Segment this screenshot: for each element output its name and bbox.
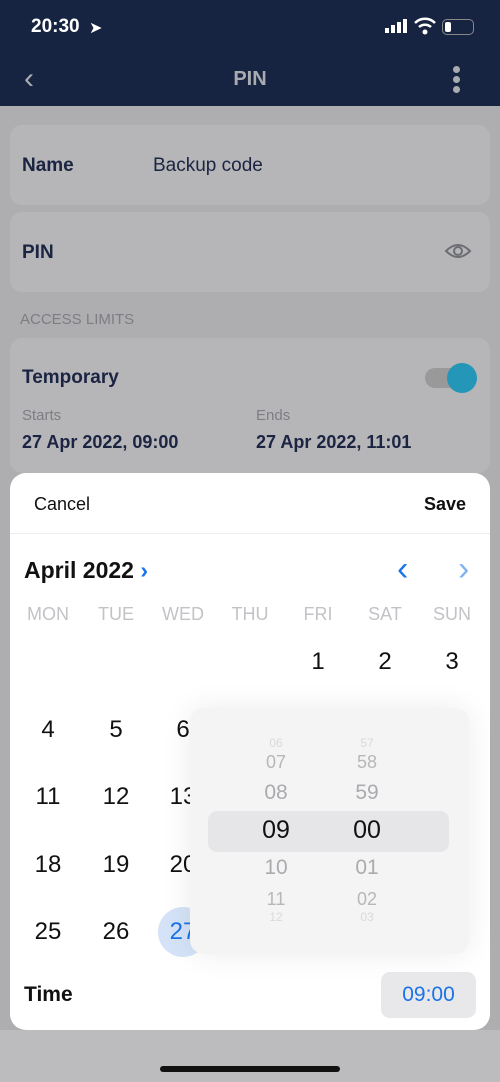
month-text: April 2022	[24, 557, 134, 583]
day-cell[interactable]: 19	[91, 840, 141, 890]
month-label[interactable]: April 2022 ›	[24, 557, 148, 584]
minute-option[interactable]: 03	[337, 910, 397, 924]
weekday-label: FRI	[303, 604, 333, 624]
next-month-button[interactable]: ›	[458, 550, 469, 589]
hour-option[interactable]: 09	[246, 816, 306, 845]
starts-label: Starts	[22, 407, 62, 424]
weekday-label: SAT	[368, 604, 402, 624]
picker-selection	[208, 811, 449, 852]
divider	[10, 533, 490, 534]
day-cell[interactable]: 18	[23, 840, 73, 890]
day-cell[interactable]: 2	[360, 637, 410, 687]
minute-option[interactable]: 58	[337, 752, 397, 773]
day-cell[interactable]: 25	[23, 907, 73, 957]
weekday-label: THU	[231, 604, 269, 624]
day-cell[interactable]: 1	[293, 637, 343, 687]
status-time: 20:30	[31, 16, 80, 37]
signal-icon	[385, 19, 409, 40]
hour-option[interactable]: 06	[246, 736, 306, 750]
eye-icon[interactable]	[444, 240, 472, 267]
cancel-button[interactable]: Cancel	[34, 494, 90, 515]
page-title: PIN	[233, 68, 267, 90]
minute-option[interactable]: 02	[337, 889, 397, 910]
time-button[interactable]: 09:00	[381, 972, 476, 1018]
minute-option[interactable]: 00	[337, 816, 397, 845]
time-label: Time	[24, 983, 73, 1006]
ends-value[interactable]: 27 Apr 2022, 11:01	[256, 432, 411, 453]
day-cell[interactable]: 3	[427, 637, 477, 687]
wifi-icon	[414, 17, 436, 40]
home-indicator	[160, 1066, 340, 1072]
day-cell[interactable]: 5	[91, 705, 141, 755]
day-cell[interactable]: 12	[91, 772, 141, 822]
temporary-toggle[interactable]	[425, 363, 477, 393]
hour-option[interactable]: 11	[246, 889, 306, 910]
save-button[interactable]: Save	[424, 494, 466, 515]
weekday-label: SUN	[432, 604, 471, 624]
hour-option[interactable]: 10	[246, 856, 306, 880]
name-label: Name	[22, 155, 74, 176]
temporary-label: Temporary	[22, 367, 119, 388]
background	[0, 1030, 500, 1082]
prev-month-button[interactable]: ‹	[397, 550, 408, 589]
weekday-label: MON	[27, 604, 69, 624]
day-cell[interactable]: 11	[23, 772, 73, 822]
battery-icon	[442, 19, 474, 35]
starts-value[interactable]: 27 Apr 2022, 09:00	[22, 432, 178, 453]
hour-option[interactable]: 07	[246, 752, 306, 773]
pin-field[interactable]	[10, 212, 490, 292]
section-header: ACCESS LIMITS	[20, 311, 135, 328]
chevron-right-icon: ›	[140, 557, 149, 583]
minute-option[interactable]: 57	[337, 736, 397, 750]
pin-label: PIN	[22, 242, 54, 263]
weekday-label: TUE	[98, 604, 134, 624]
name-value: Backup code	[153, 155, 263, 176]
minute-option[interactable]: 59	[337, 781, 397, 805]
ends-label: Ends	[256, 407, 291, 424]
more-options-button[interactable]	[446, 66, 466, 96]
hour-option[interactable]: 12	[246, 910, 306, 924]
hour-option[interactable]: 08	[246, 781, 306, 805]
weekday-label: WED	[162, 604, 204, 624]
day-cell[interactable]: 4	[23, 705, 73, 755]
location-icon: ➤	[89, 20, 103, 37]
day-cell[interactable]: 26	[91, 907, 141, 957]
minute-option[interactable]: 01	[337, 856, 397, 880]
